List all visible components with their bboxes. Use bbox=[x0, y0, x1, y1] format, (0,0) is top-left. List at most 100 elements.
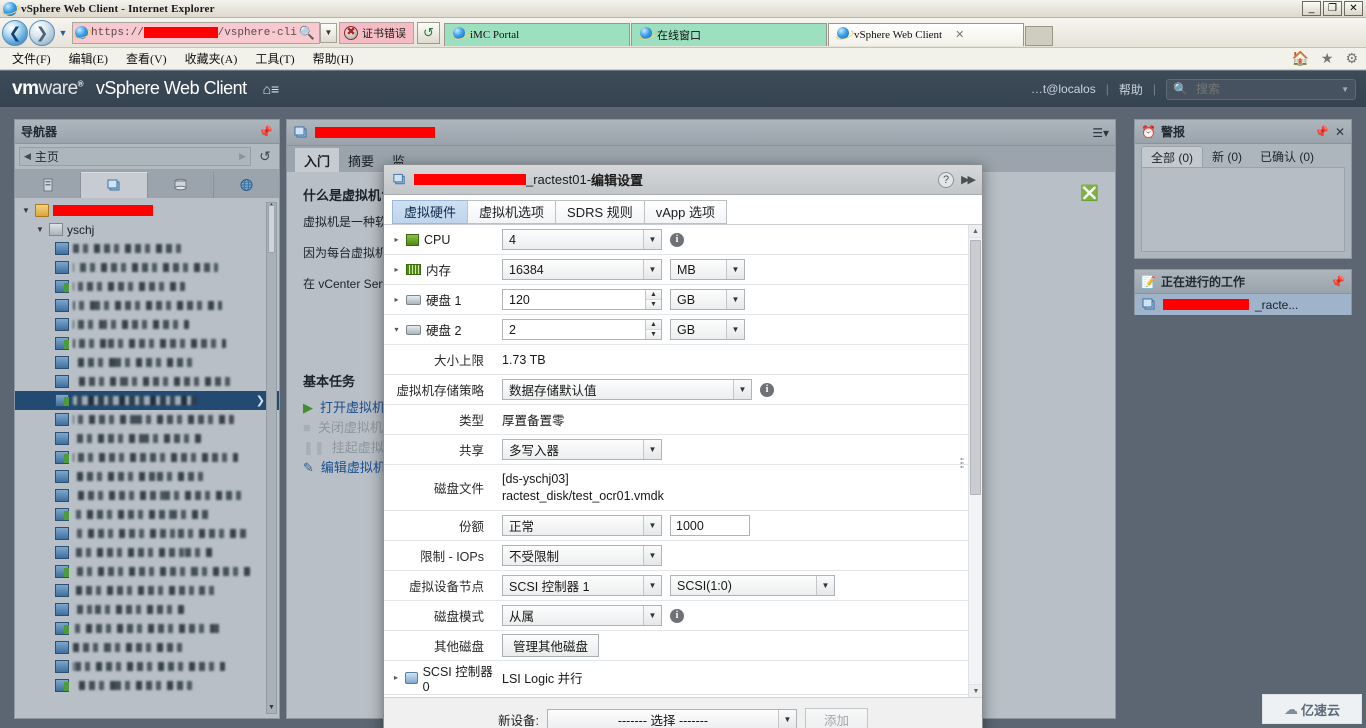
tree-item-vm[interactable] bbox=[15, 372, 279, 391]
info-icon[interactable]: i bbox=[670, 232, 684, 247]
new-device-select[interactable]: ------- 选择 ------- ▼ bbox=[546, 709, 797, 728]
search-field[interactable] bbox=[1193, 81, 1336, 97]
sidebar-item-hosts[interactable] bbox=[15, 172, 82, 198]
sidebar-item-storage[interactable] bbox=[148, 172, 214, 198]
chevron-down-icon[interactable]: ▼ bbox=[643, 230, 661, 249]
tree-blurred-items[interactable]: ❯ bbox=[15, 239, 279, 695]
chevron-down-icon[interactable]: ▼ bbox=[1341, 85, 1349, 94]
tree-item-datacenter[interactable]: ▼ yschj bbox=[15, 220, 279, 239]
chevron-down-icon[interactable]: ▼ bbox=[733, 380, 751, 399]
hardware-select-vm-storage-policy[interactable]: 数据存储默认值 ▼ bbox=[502, 379, 752, 400]
tree-item-vm[interactable] bbox=[15, 296, 279, 315]
menu-edit[interactable]: 编辑(E) bbox=[69, 50, 108, 67]
hardware-unit-hard-disk-1[interactable]: GB ▼ bbox=[670, 289, 745, 310]
chevron-down-icon[interactable]: ▼ bbox=[643, 576, 661, 595]
tab-alarms-all[interactable]: 全部 (0) bbox=[1141, 146, 1204, 167]
sidebar-item-networking[interactable] bbox=[214, 172, 279, 198]
chevron-down-icon[interactable]: ▼ bbox=[726, 290, 744, 309]
tab-vm-options[interactable]: 虚拟机选项 bbox=[467, 199, 556, 224]
new-tab-button[interactable] bbox=[1025, 25, 1053, 46]
chevron-down-icon[interactable]: ▼ bbox=[777, 710, 796, 728]
chevron-right-icon[interactable]: ▸ bbox=[392, 673, 400, 682]
menu-help[interactable]: 帮助(H) bbox=[313, 50, 354, 67]
history-icon[interactable]: ↺ bbox=[255, 148, 275, 165]
gear-icon[interactable]: ⚙ bbox=[1345, 50, 1358, 67]
tree-item-vm[interactable] bbox=[15, 543, 279, 562]
tab-vapp-options[interactable]: vApp 选项 bbox=[643, 199, 728, 224]
scroll-thumb[interactable] bbox=[970, 240, 981, 495]
tree-item-vm[interactable] bbox=[15, 315, 279, 334]
chevron-down-icon[interactable]: ▼ bbox=[643, 606, 661, 625]
navigator-tree[interactable]: ▼ ▼ yschj ❯ ▲ ▼ bbox=[15, 198, 279, 718]
tree-item-vm[interactable] bbox=[15, 258, 279, 277]
pin-icon[interactable]: 📌 bbox=[1314, 125, 1329, 139]
hardware-spinner-hard-disk-1[interactable]: 120 ▲ ▼ bbox=[502, 289, 662, 310]
hardware-select-memory[interactable]: 16384 ▼ bbox=[502, 259, 662, 280]
tree-item-vm[interactable] bbox=[15, 676, 279, 695]
tree-item-vm[interactable] bbox=[15, 429, 279, 448]
close-icon[interactable]: ✕ bbox=[955, 28, 964, 41]
spinner-up-icon[interactable]: ▲ bbox=[646, 320, 661, 330]
hardware-select-sharing[interactable]: 多写入器 ▼ bbox=[502, 439, 662, 460]
tree-item-vm[interactable] bbox=[15, 334, 279, 353]
certificate-error-badge[interactable]: ✖ 证书错误 bbox=[339, 21, 414, 44]
hardware-input-shares[interactable]: 1000 bbox=[670, 515, 750, 536]
minimize-button[interactable]: _ bbox=[1302, 1, 1321, 16]
chevron-right-icon[interactable]: ▸ bbox=[392, 235, 401, 244]
chevron-right-icon[interactable]: ▸ bbox=[392, 265, 401, 274]
tree-item-vm[interactable] bbox=[15, 410, 279, 429]
address-search-icon[interactable]: 🔍 bbox=[297, 25, 317, 41]
search-input[interactable]: 🔍 ▼ bbox=[1166, 78, 1356, 100]
tree-item-vm[interactable] bbox=[15, 524, 279, 543]
sidebar-item-vms[interactable] bbox=[81, 172, 148, 198]
chevron-right-icon[interactable]: ▶ bbox=[239, 151, 246, 162]
address-history-dropdown[interactable]: ▼ bbox=[320, 22, 337, 43]
tab-alarms-new[interactable]: 新 (0) bbox=[1203, 146, 1251, 167]
recent-pages-dropdown-icon[interactable]: ▼ bbox=[56, 28, 70, 38]
chevron-right-icon[interactable]: ▸ bbox=[392, 295, 401, 304]
menu-favorites[interactable]: 收藏夹(A) bbox=[185, 50, 238, 67]
chevron-left-icon[interactable]: ◀ bbox=[24, 151, 31, 162]
star-icon[interactable]: ★ bbox=[1321, 50, 1334, 67]
manage-other-disks-button[interactable]: 管理其他磁盘 bbox=[502, 634, 600, 657]
tree-item-vm[interactable] bbox=[15, 353, 279, 372]
scroll-down-icon[interactable]: ▼ bbox=[267, 704, 276, 714]
tab-summary[interactable]: 摘要 bbox=[339, 148, 383, 172]
tree-item-vm[interactable] bbox=[15, 239, 279, 258]
help-icon[interactable]: ? bbox=[938, 171, 955, 188]
tab-getting-started[interactable]: 入门 bbox=[295, 148, 340, 172]
back-button[interactable]: ❮ bbox=[2, 19, 28, 46]
menu-file[interactable]: 文件(F) bbox=[12, 50, 51, 67]
menu-tools[interactable]: 工具(T) bbox=[255, 50, 294, 67]
navigator-scrollbar[interactable]: ▲ ▼ bbox=[266, 202, 277, 714]
info-icon[interactable]: i bbox=[670, 608, 684, 623]
hardware-unit-memory[interactable]: MB ▼ bbox=[670, 259, 745, 280]
chevron-down-icon[interactable]: ▼ bbox=[726, 320, 744, 339]
work-item[interactable]: _racte... bbox=[1135, 294, 1351, 315]
user-menu[interactable]: …t@localos bbox=[1031, 82, 1096, 96]
chevron-down-icon[interactable]: ▼ bbox=[726, 260, 744, 279]
filter-icon[interactable]: ☰▾ bbox=[1092, 126, 1109, 140]
scroll-down-icon[interactable]: ▼ bbox=[969, 684, 982, 697]
restore-button[interactable]: ❐ bbox=[1323, 1, 1342, 16]
hardware-select-shares[interactable]: 正常 ▼ bbox=[502, 515, 662, 536]
scroll-up-icon[interactable]: ▲ bbox=[969, 225, 982, 238]
close-button[interactable]: ✕ bbox=[1344, 1, 1363, 16]
tree-item-vm[interactable]: ❯ bbox=[15, 391, 279, 410]
close-icon[interactable]: ❎ bbox=[1080, 184, 1099, 202]
spinner-down-icon[interactable]: ▼ bbox=[646, 330, 661, 339]
browser-tab-imc-portal[interactable]: iMC Portal bbox=[444, 22, 630, 46]
expand-icon[interactable]: ▶▶ bbox=[961, 173, 976, 186]
refresh-icon[interactable]: ↺ bbox=[417, 21, 440, 44]
browser-tab-online-window[interactable]: 在线窗口 bbox=[631, 22, 827, 46]
chevron-down-icon[interactable]: ▼ bbox=[21, 206, 31, 215]
tree-item-vm[interactable] bbox=[15, 657, 279, 676]
tab-alarms-acknowledged[interactable]: 已确认 (0) bbox=[1251, 146, 1323, 167]
breadcrumb[interactable]: ◀ 主页 ▶ bbox=[19, 147, 251, 166]
hardware-select-limit-iops[interactable]: 不受限制 ▼ bbox=[502, 545, 662, 566]
hardware-select2-virtual-device-node[interactable]: SCSI(1:0) ▼ bbox=[670, 575, 835, 596]
forward-button[interactable]: ❯ bbox=[29, 19, 55, 46]
chevron-down-icon[interactable]: ▼ bbox=[35, 225, 45, 234]
hardware-unit-hard-disk-2[interactable]: GB ▼ bbox=[670, 319, 745, 340]
tree-item-vm[interactable] bbox=[15, 467, 279, 486]
